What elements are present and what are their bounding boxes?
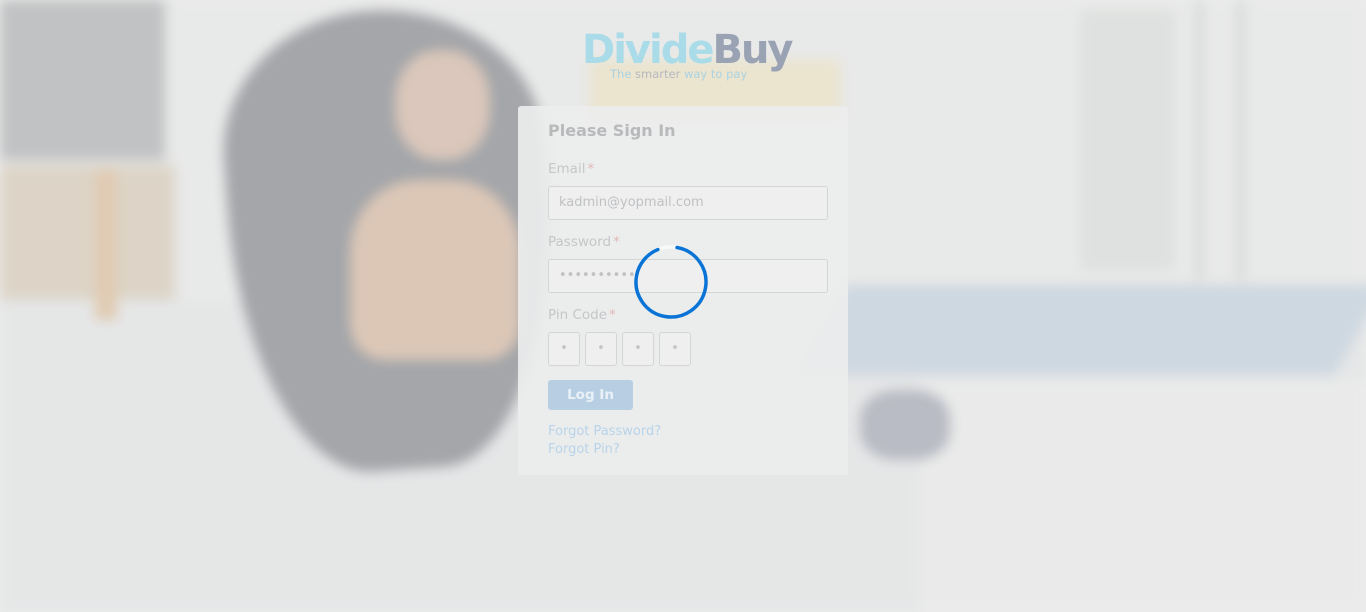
tagline-part: smarter (635, 67, 684, 81)
required-marker: * (587, 161, 595, 177)
pin-digit-1[interactable]: • (548, 332, 580, 366)
email-label-text: Email (548, 161, 586, 177)
pin-digit-2[interactable]: • (585, 332, 617, 366)
tagline-part: The (610, 67, 636, 81)
logo-wordmark: DivideBuy (582, 28, 794, 72)
required-marker: * (609, 307, 616, 323)
forgot-pin-link[interactable]: Forgot Pin? (548, 442, 620, 457)
brand-logo: DivideBuy The smarter way to pay (582, 28, 794, 84)
password-label-text: Password (548, 234, 612, 250)
login-button[interactable]: Log In (548, 380, 633, 410)
pin-code-inputs: • • • • (548, 332, 691, 366)
pin-digit-3[interactable]: • (622, 332, 654, 366)
tagline-part: way to pay (683, 67, 748, 81)
login-screen: DivideBuy The smarter way to pay Please … (0, 0, 1366, 612)
forgot-password-link[interactable]: Forgot Password? (548, 424, 661, 439)
email-input[interactable]: kadmin@yopmail.com (548, 186, 828, 220)
pin-digit-4[interactable]: • (659, 332, 691, 366)
required-marker: * (613, 234, 620, 250)
pin-label: Pin Code * (548, 307, 616, 323)
signin-title: Please Sign In (548, 121, 676, 140)
password-label: Password * (548, 234, 620, 250)
pin-label-text: Pin Code (548, 307, 608, 323)
loading-spinner-icon (633, 244, 709, 320)
logo-tagline: The smarter way to pay (610, 67, 747, 81)
email-label: Email * (548, 161, 594, 177)
